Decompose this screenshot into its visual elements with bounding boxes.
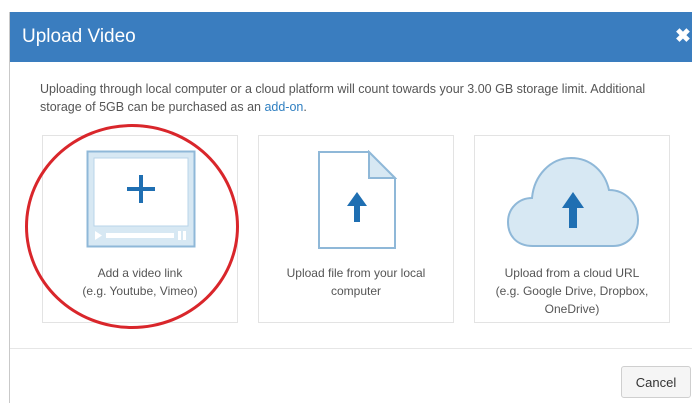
add-video-link-option[interactable]: Add a video link (e.g. Youtube, Vimeo) (42, 135, 238, 323)
add-on-link[interactable]: add-on (264, 100, 303, 114)
dialog-title: Upload Video (22, 26, 136, 47)
storage-description: Uploading through local computer or a cl… (40, 80, 680, 116)
dialog-header: Upload Video ✖ (10, 12, 692, 62)
option-label: Upload file from your local computer (286, 266, 426, 298)
video-plus-icon (86, 150, 196, 248)
description-end: . (303, 100, 307, 114)
option-label: Add a video link (e.g. Youtube, Vimeo) (82, 266, 198, 298)
upload-local-file-option[interactable]: Upload file from your local computer (258, 135, 454, 323)
file-upload-icon (318, 150, 397, 249)
upload-cloud-url-option[interactable]: Upload from a cloud URL (e.g. Google Dri… (474, 135, 670, 323)
upload-video-dialog: Upload Video ✖ Uploading through local c… (9, 12, 692, 403)
cloud-upload-icon (506, 156, 640, 247)
close-icon[interactable]: ✖ (675, 25, 691, 48)
description-text: Uploading through local computer or a cl… (40, 82, 646, 114)
option-label: Upload from a cloud URL (e.g. Google Dri… (495, 266, 649, 316)
footer-divider (10, 348, 692, 349)
cancel-button[interactable]: Cancel (621, 366, 691, 398)
